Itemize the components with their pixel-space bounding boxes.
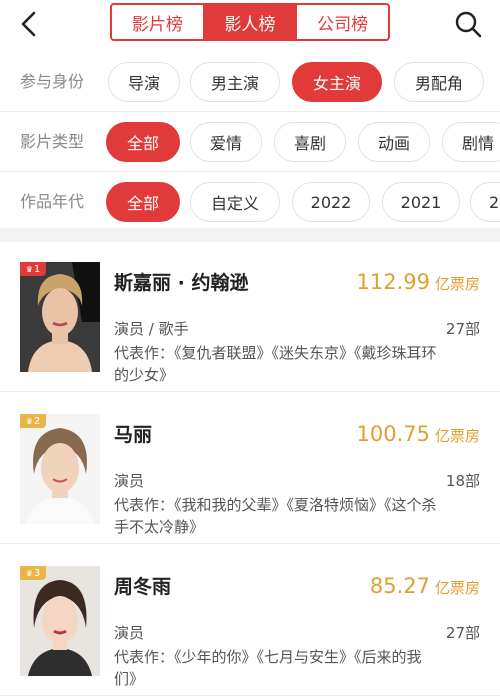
chip-year-2022[interactable]: 2022 (292, 182, 370, 222)
ranking-tabs: 影片榜 影人榜 公司榜 (110, 3, 390, 41)
chip-custom[interactable]: 自定义 (190, 182, 280, 222)
chip-director[interactable]: 导演 (108, 62, 180, 102)
chip-female-lead[interactable]: 女主演 (292, 62, 382, 102)
work-count: 27部 (445, 624, 480, 642)
tab-company-ranking[interactable]: 公司榜 (297, 5, 388, 39)
search-icon (455, 11, 482, 38)
boxoffice-value: 112.99 (356, 270, 430, 294)
filter-label: 作品年代 (20, 192, 85, 211)
boxoffice-unit: 亿票房 (434, 579, 480, 597)
chevron-left-icon (21, 11, 36, 37)
back-button[interactable] (14, 8, 46, 40)
boxoffice: 85.27 亿票房 (370, 574, 480, 598)
filter-row-genre: 影片类型 全部 爱情 喜剧 动画 剧情 (0, 112, 500, 172)
chip-year-2021[interactable]: 2021 (382, 182, 460, 222)
filter-label: 影片类型 (20, 132, 85, 151)
chip-year-more[interactable]: 2 (470, 182, 500, 222)
rank-badge: ♛ 2 (20, 414, 46, 428)
chip-all[interactable]: 全部 (106, 122, 180, 162)
tab-movie-ranking[interactable]: 影片榜 (112, 5, 205, 39)
person-role: 演员 (114, 624, 145, 642)
person-role: 演员 / 歌手 (114, 320, 189, 338)
boxoffice-value: 85.27 (369, 574, 430, 598)
crown-icon: ♛ (25, 568, 33, 578)
chip-romance[interactable]: 爱情 (190, 122, 262, 162)
person-name: 周冬雨 (114, 576, 172, 598)
crown-icon: ♛ (25, 264, 33, 274)
avatar: ♛ 1 (20, 262, 100, 372)
crown-icon: ♛ (25, 416, 33, 426)
avatar: ♛ 2 (20, 414, 100, 524)
rank-badge: ♛ 1 (20, 262, 46, 276)
boxoffice: 112.99 亿票房 (357, 270, 481, 294)
representative-works: 代表作：《我和我的父辈》《夏洛特烦恼》《这个杀手不太冷静》 (114, 496, 437, 536)
section-divider (0, 228, 500, 242)
work-count: 18部 (445, 472, 480, 490)
boxoffice-unit: 亿票房 (434, 427, 480, 445)
filter-label: 参与身份 (20, 72, 85, 91)
chip-male-supporting[interactable]: 男配角 (394, 62, 484, 102)
chip-comedy[interactable]: 喜剧 (274, 122, 346, 162)
boxoffice-value: 100.75 (356, 422, 430, 446)
filter-row-role: 参与身份 导演 男主演 女主演 男配角 (0, 52, 500, 112)
list-item[interactable]: ♛ 3 周冬雨 85.27 亿票房 演员 27部 代表作：《少年的你》《七月与安生… (0, 546, 500, 696)
list-item[interactable]: ♛ 2 马丽 100.75 亿票房 演员 18部 代表作：《我和我的父辈》《夏洛特… (0, 394, 500, 544)
person-name: 马丽 (114, 424, 153, 446)
boxoffice-unit: 亿票房 (434, 275, 480, 293)
person-role: 演员 (114, 472, 145, 490)
representative-works: 代表作：《复仇者联盟》《迷失东京》《戴珍珠耳环的少女》 (114, 344, 437, 384)
chip-animation[interactable]: 动画 (358, 122, 430, 162)
chip-male-lead[interactable]: 男主演 (190, 62, 280, 102)
avatar: ♛ 3 (20, 566, 100, 676)
search-button[interactable] (452, 8, 484, 40)
filter-row-year: 作品年代 全部 自定义 2022 2021 2 (0, 172, 500, 232)
work-count: 27部 (445, 320, 480, 338)
rank-badge: ♛ 3 (20, 566, 46, 580)
chip-drama[interactable]: 剧情 (442, 122, 500, 162)
chip-all[interactable]: 全部 (106, 182, 180, 222)
list-item[interactable]: ♛ 1 斯嘉丽 · 约翰逊 112.99 亿票房 演员 / 歌手 27部 代表作：… (0, 242, 500, 392)
representative-works: 代表作：《少年的你》《七月与安生》《后来的我们》 (114, 648, 422, 688)
person-name: 斯嘉丽 · 约翰逊 (114, 272, 249, 294)
tab-people-ranking[interactable]: 影人榜 (204, 5, 298, 39)
top-bar: 影片榜 影人榜 公司榜 (0, 0, 500, 50)
boxoffice: 100.75 亿票房 (357, 422, 481, 446)
